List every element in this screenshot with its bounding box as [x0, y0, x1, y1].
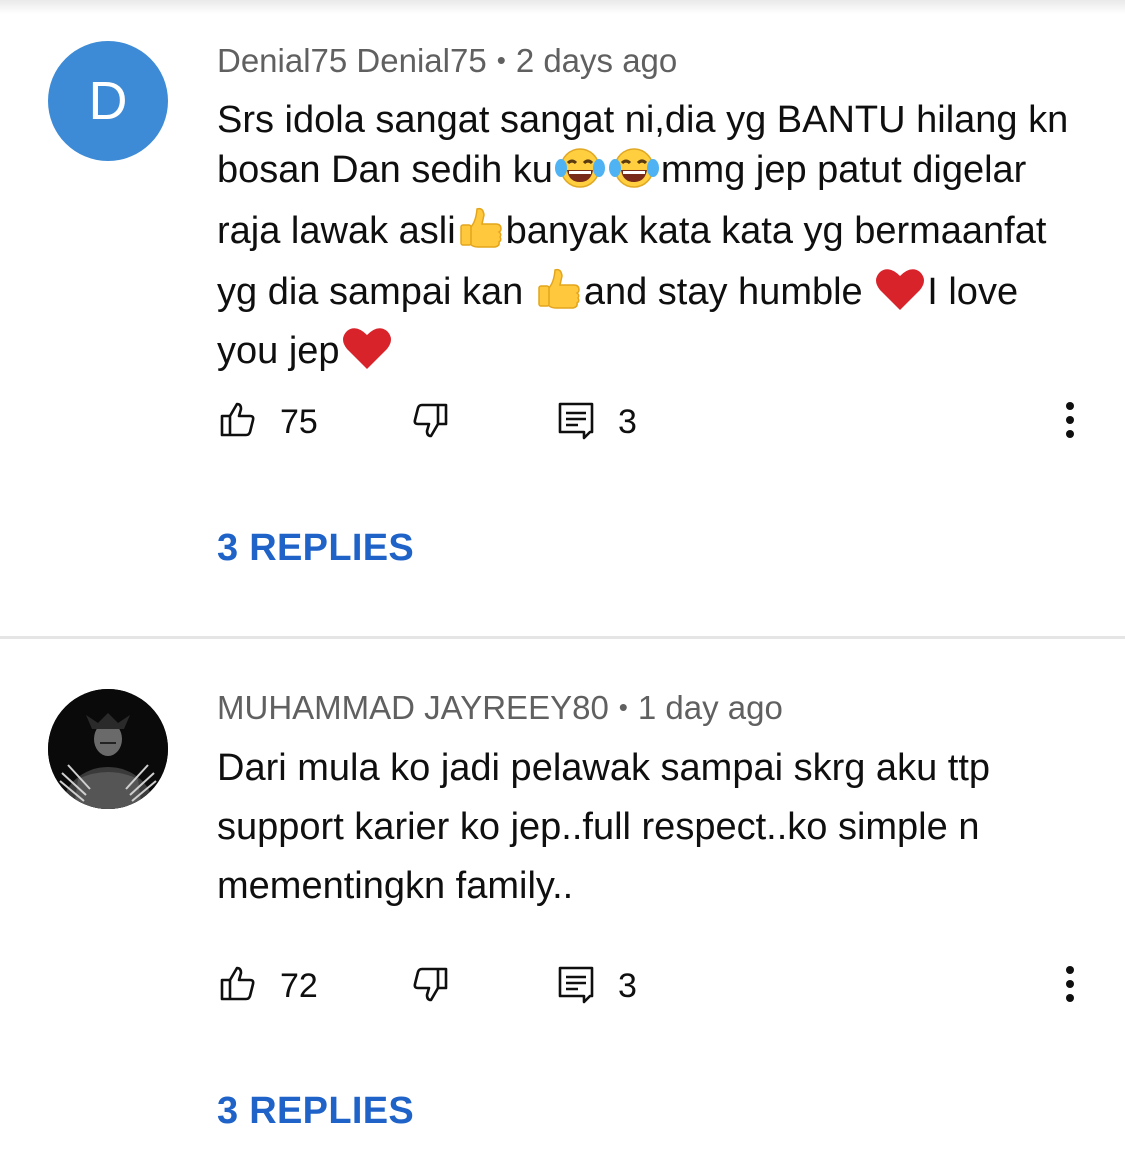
like-count: 75: [280, 402, 318, 441]
avatar[interactable]: D: [48, 41, 168, 161]
like-button[interactable]: 72: [218, 956, 318, 1016]
thumbs-up-icon: [218, 400, 258, 445]
thumbs-up-icon: [218, 964, 258, 1009]
comment-text: Dari mula ko jadi pelawak sampai skrg ak…: [217, 747, 991, 907]
like-count: 72: [280, 966, 318, 1005]
reply-count: 3: [618, 966, 637, 1005]
view-replies-link[interactable]: 3 REPLIES: [217, 1090, 414, 1133]
comment-text: Srs idola sangat sangat ni,dia yg BANTU …: [217, 95, 1087, 384]
like-button[interactable]: 75: [218, 392, 318, 452]
view-replies-link[interactable]: 3 REPLIES: [217, 527, 414, 570]
more-options-button[interactable]: [1050, 956, 1090, 1016]
avatar[interactable]: [48, 689, 168, 809]
thumbs-up-emoji: [457, 203, 505, 264]
reply-button[interactable]: 3: [556, 392, 637, 452]
dislike-button[interactable]: [410, 956, 450, 1016]
more-options-button[interactable]: [1050, 392, 1090, 452]
comment-actions: 72 3: [0, 956, 1125, 1016]
comment-age[interactable]: 2 days ago: [516, 42, 677, 79]
reply-count: 3: [618, 402, 637, 441]
thumbs-down-icon: [410, 964, 450, 1009]
comment-meta: MUHAMMAD JAYREEY80 • 1 day ago: [217, 689, 783, 727]
comment-thread: MUHAMMAD JAYREEY80 • 1 day ago Dari mula k…: [0, 639, 1125, 1158]
reply-button[interactable]: 3: [556, 956, 637, 1016]
comment-text-part: and stay humble: [583, 271, 874, 313]
red-heart-emoji: [341, 325, 393, 384]
more-vert-icon: [1065, 401, 1075, 444]
laughing-tears-emoji: [608, 146, 660, 203]
thumbs-up-emoji: [535, 264, 583, 325]
dark-figure-portrait: [48, 689, 168, 809]
comment-author[interactable]: Denial75 Denial75: [217, 42, 487, 79]
separator-dot: •: [618, 692, 628, 722]
comment-icon: [556, 400, 596, 445]
avatar-letter: D: [88, 71, 128, 131]
comment-actions: 75 3: [0, 392, 1125, 452]
laughing-tears-emoji: [554, 146, 606, 203]
thumbs-down-icon: [410, 400, 450, 445]
comment-thread: D Denial75 Denial75 • 2 days ago Srs idola…: [0, 0, 1125, 636]
dislike-button[interactable]: [410, 392, 450, 452]
red-heart-emoji: [874, 266, 926, 325]
separator-dot: •: [496, 45, 506, 75]
comment-author[interactable]: MUHAMMAD JAYREEY80: [217, 689, 609, 726]
more-vert-icon: [1065, 965, 1075, 1008]
comment-icon: [556, 964, 596, 1009]
comment-age[interactable]: 1 day ago: [638, 689, 783, 726]
comment-meta: Denial75 Denial75 • 2 days ago: [217, 42, 677, 80]
